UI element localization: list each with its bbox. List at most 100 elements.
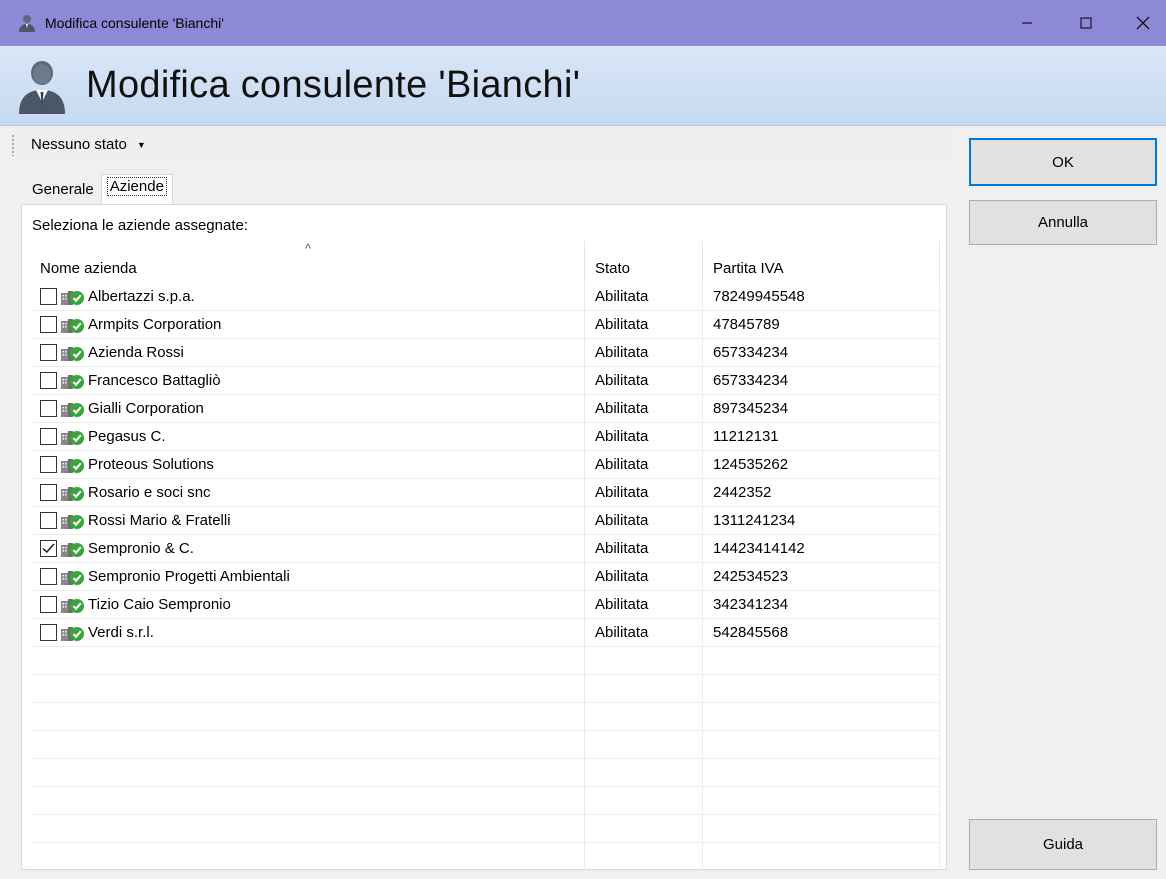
table-row[interactable]: Gialli Corporation Abilitata 897345234 bbox=[31, 394, 940, 423]
empty-cell bbox=[31, 758, 585, 787]
column-header-partita-iva[interactable]: Partita IVA bbox=[703, 241, 940, 283]
column-header-nome-azienda[interactable]: ^ Nome azienda bbox=[31, 241, 585, 283]
empty-cell bbox=[585, 758, 703, 787]
close-icon bbox=[1136, 16, 1150, 30]
company-enabled-icon bbox=[61, 290, 84, 305]
column-header-label: Stato bbox=[595, 260, 631, 277]
company-enabled-icon bbox=[61, 346, 84, 361]
table-row[interactable]: Rosario e soci snc Abilitata 2442352 bbox=[31, 478, 940, 507]
empty-cell bbox=[31, 674, 585, 703]
minimize-button[interactable] bbox=[1004, 0, 1050, 46]
table-row[interactable]: Sempronio Progetti Ambientali Abilitata 24… bbox=[31, 562, 940, 591]
company-enabled-icon bbox=[61, 374, 84, 389]
tab-aziende[interactable]: Aziende bbox=[100, 174, 173, 205]
empty-cell bbox=[703, 814, 940, 843]
empty-cell bbox=[585, 730, 703, 759]
empty-cell bbox=[31, 842, 585, 871]
cell-stato: Abilitata bbox=[585, 366, 703, 395]
empty-row bbox=[31, 730, 940, 759]
cell-stato: Abilitata bbox=[585, 534, 703, 563]
cell-nome-azienda: Gialli Corporation bbox=[31, 394, 585, 423]
company-enabled-icon bbox=[61, 570, 84, 585]
status-dropdown[interactable]: Nessuno stato ▼ bbox=[31, 136, 146, 153]
cell-stato: Abilitata bbox=[585, 562, 703, 591]
tab-generale[interactable]: Generale bbox=[24, 176, 101, 204]
company-name: Armpits Corporation bbox=[88, 316, 222, 333]
empty-cell bbox=[703, 758, 940, 787]
sort-ascending-icon: ^ bbox=[305, 241, 312, 256]
cancel-button[interactable]: Annulla bbox=[969, 200, 1157, 245]
consultant-icon bbox=[19, 15, 35, 32]
company-name: Rosario e soci snc bbox=[88, 484, 211, 501]
table-row[interactable]: Azienda Rossi Abilitata 657334234 bbox=[31, 338, 940, 367]
help-button[interactable]: Guida bbox=[969, 819, 1157, 870]
cell-stato: Abilitata bbox=[585, 618, 703, 647]
company-enabled-icon bbox=[61, 486, 84, 501]
table-row[interactable]: Sempronio & C. Abilitata 14423414142 bbox=[31, 534, 940, 563]
row-checkbox[interactable] bbox=[40, 484, 57, 501]
empty-cell bbox=[703, 702, 940, 731]
table-row[interactable]: Proteous Solutions Abilitata 124535262 bbox=[31, 450, 940, 479]
empty-cell bbox=[703, 786, 940, 815]
maximize-button[interactable] bbox=[1063, 0, 1109, 46]
row-checkbox[interactable] bbox=[40, 596, 57, 613]
table-row[interactable]: Tizio Caio Sempronio Abilitata 342341234 bbox=[31, 590, 940, 619]
row-checkbox[interactable] bbox=[40, 512, 57, 529]
cell-nome-azienda: Armpits Corporation bbox=[31, 310, 585, 339]
row-checkbox[interactable] bbox=[40, 400, 57, 417]
cell-partita-iva: 242534523 bbox=[703, 562, 940, 591]
row-checkbox[interactable] bbox=[40, 316, 57, 333]
window-titlebar: Modifica consulente 'Bianchi' bbox=[0, 0, 1166, 46]
cell-nome-azienda: Rossi Mario & Fratelli bbox=[31, 506, 585, 535]
cell-stato: Abilitata bbox=[585, 282, 703, 311]
grid-body: Albertazzi s.p.a. Abilitata 78249945548 Arm… bbox=[31, 282, 940, 871]
grid-header: ^ Nome azienda Stato Partita IVA bbox=[31, 241, 940, 283]
cell-nome-azienda: Azienda Rossi bbox=[31, 338, 585, 367]
empty-cell bbox=[585, 842, 703, 871]
row-checkbox[interactable] bbox=[40, 372, 57, 389]
cell-partita-iva: 2442352 bbox=[703, 478, 940, 507]
table-row[interactable]: Verdi s.r.l. Abilitata 542845568 bbox=[31, 618, 940, 647]
table-row[interactable]: Pegasus C. Abilitata 11212131 bbox=[31, 422, 940, 451]
row-checkbox[interactable] bbox=[40, 288, 57, 305]
row-checkbox[interactable] bbox=[40, 568, 57, 585]
cell-nome-azienda: Tizio Caio Sempronio bbox=[31, 590, 585, 619]
company-name: Sempronio Progetti Ambientali bbox=[88, 568, 290, 585]
column-header-stato[interactable]: Stato bbox=[585, 241, 703, 283]
row-checkbox[interactable] bbox=[40, 344, 57, 361]
table-row[interactable]: Francesco Battagliò Abilitata 657334234 bbox=[31, 366, 940, 395]
row-checkbox[interactable] bbox=[40, 456, 57, 473]
empty-cell bbox=[703, 842, 940, 871]
empty-row bbox=[31, 646, 940, 675]
page-title: Modifica consulente 'Bianchi' bbox=[86, 64, 581, 106]
row-checkbox[interactable] bbox=[40, 540, 57, 557]
table-row[interactable]: Albertazzi s.p.a. Abilitata 78249945548 bbox=[31, 282, 940, 311]
status-dropdown-label: Nessuno stato bbox=[31, 136, 127, 153]
empty-cell bbox=[703, 674, 940, 703]
cell-stato: Abilitata bbox=[585, 478, 703, 507]
column-header-label: Partita IVA bbox=[713, 260, 784, 277]
toolbar-grip-icon[interactable] bbox=[11, 133, 15, 156]
table-row[interactable]: Rossi Mario & Fratelli Abilitata 131124123… bbox=[31, 506, 940, 535]
close-button[interactable] bbox=[1120, 0, 1166, 46]
companies-grid: ^ Nome azienda Stato Partita IVA Alberta… bbox=[31, 241, 940, 871]
status-toolbar: Nessuno stato ▼ bbox=[8, 128, 958, 161]
company-name: Azienda Rossi bbox=[88, 344, 184, 361]
cell-partita-iva: 657334234 bbox=[703, 366, 940, 395]
empty-row bbox=[31, 814, 940, 843]
table-row[interactable]: Armpits Corporation Abilitata 47845789 bbox=[31, 310, 940, 339]
empty-cell bbox=[31, 786, 585, 815]
ok-button[interactable]: OK bbox=[969, 138, 1157, 186]
empty-row bbox=[31, 758, 940, 787]
cell-stato: Abilitata bbox=[585, 590, 703, 619]
cell-partita-iva: 1311241234 bbox=[703, 506, 940, 535]
dialog-header: Modifica consulente 'Bianchi' bbox=[0, 46, 1166, 126]
empty-cell bbox=[31, 646, 585, 675]
cell-nome-azienda: Sempronio Progetti Ambientali bbox=[31, 562, 585, 591]
row-checkbox[interactable] bbox=[40, 428, 57, 445]
row-checkbox[interactable] bbox=[40, 624, 57, 641]
cell-partita-iva: 78249945548 bbox=[703, 282, 940, 311]
chevron-down-icon: ▼ bbox=[136, 139, 146, 150]
checkmark-icon bbox=[42, 543, 55, 554]
empty-row bbox=[31, 702, 940, 731]
